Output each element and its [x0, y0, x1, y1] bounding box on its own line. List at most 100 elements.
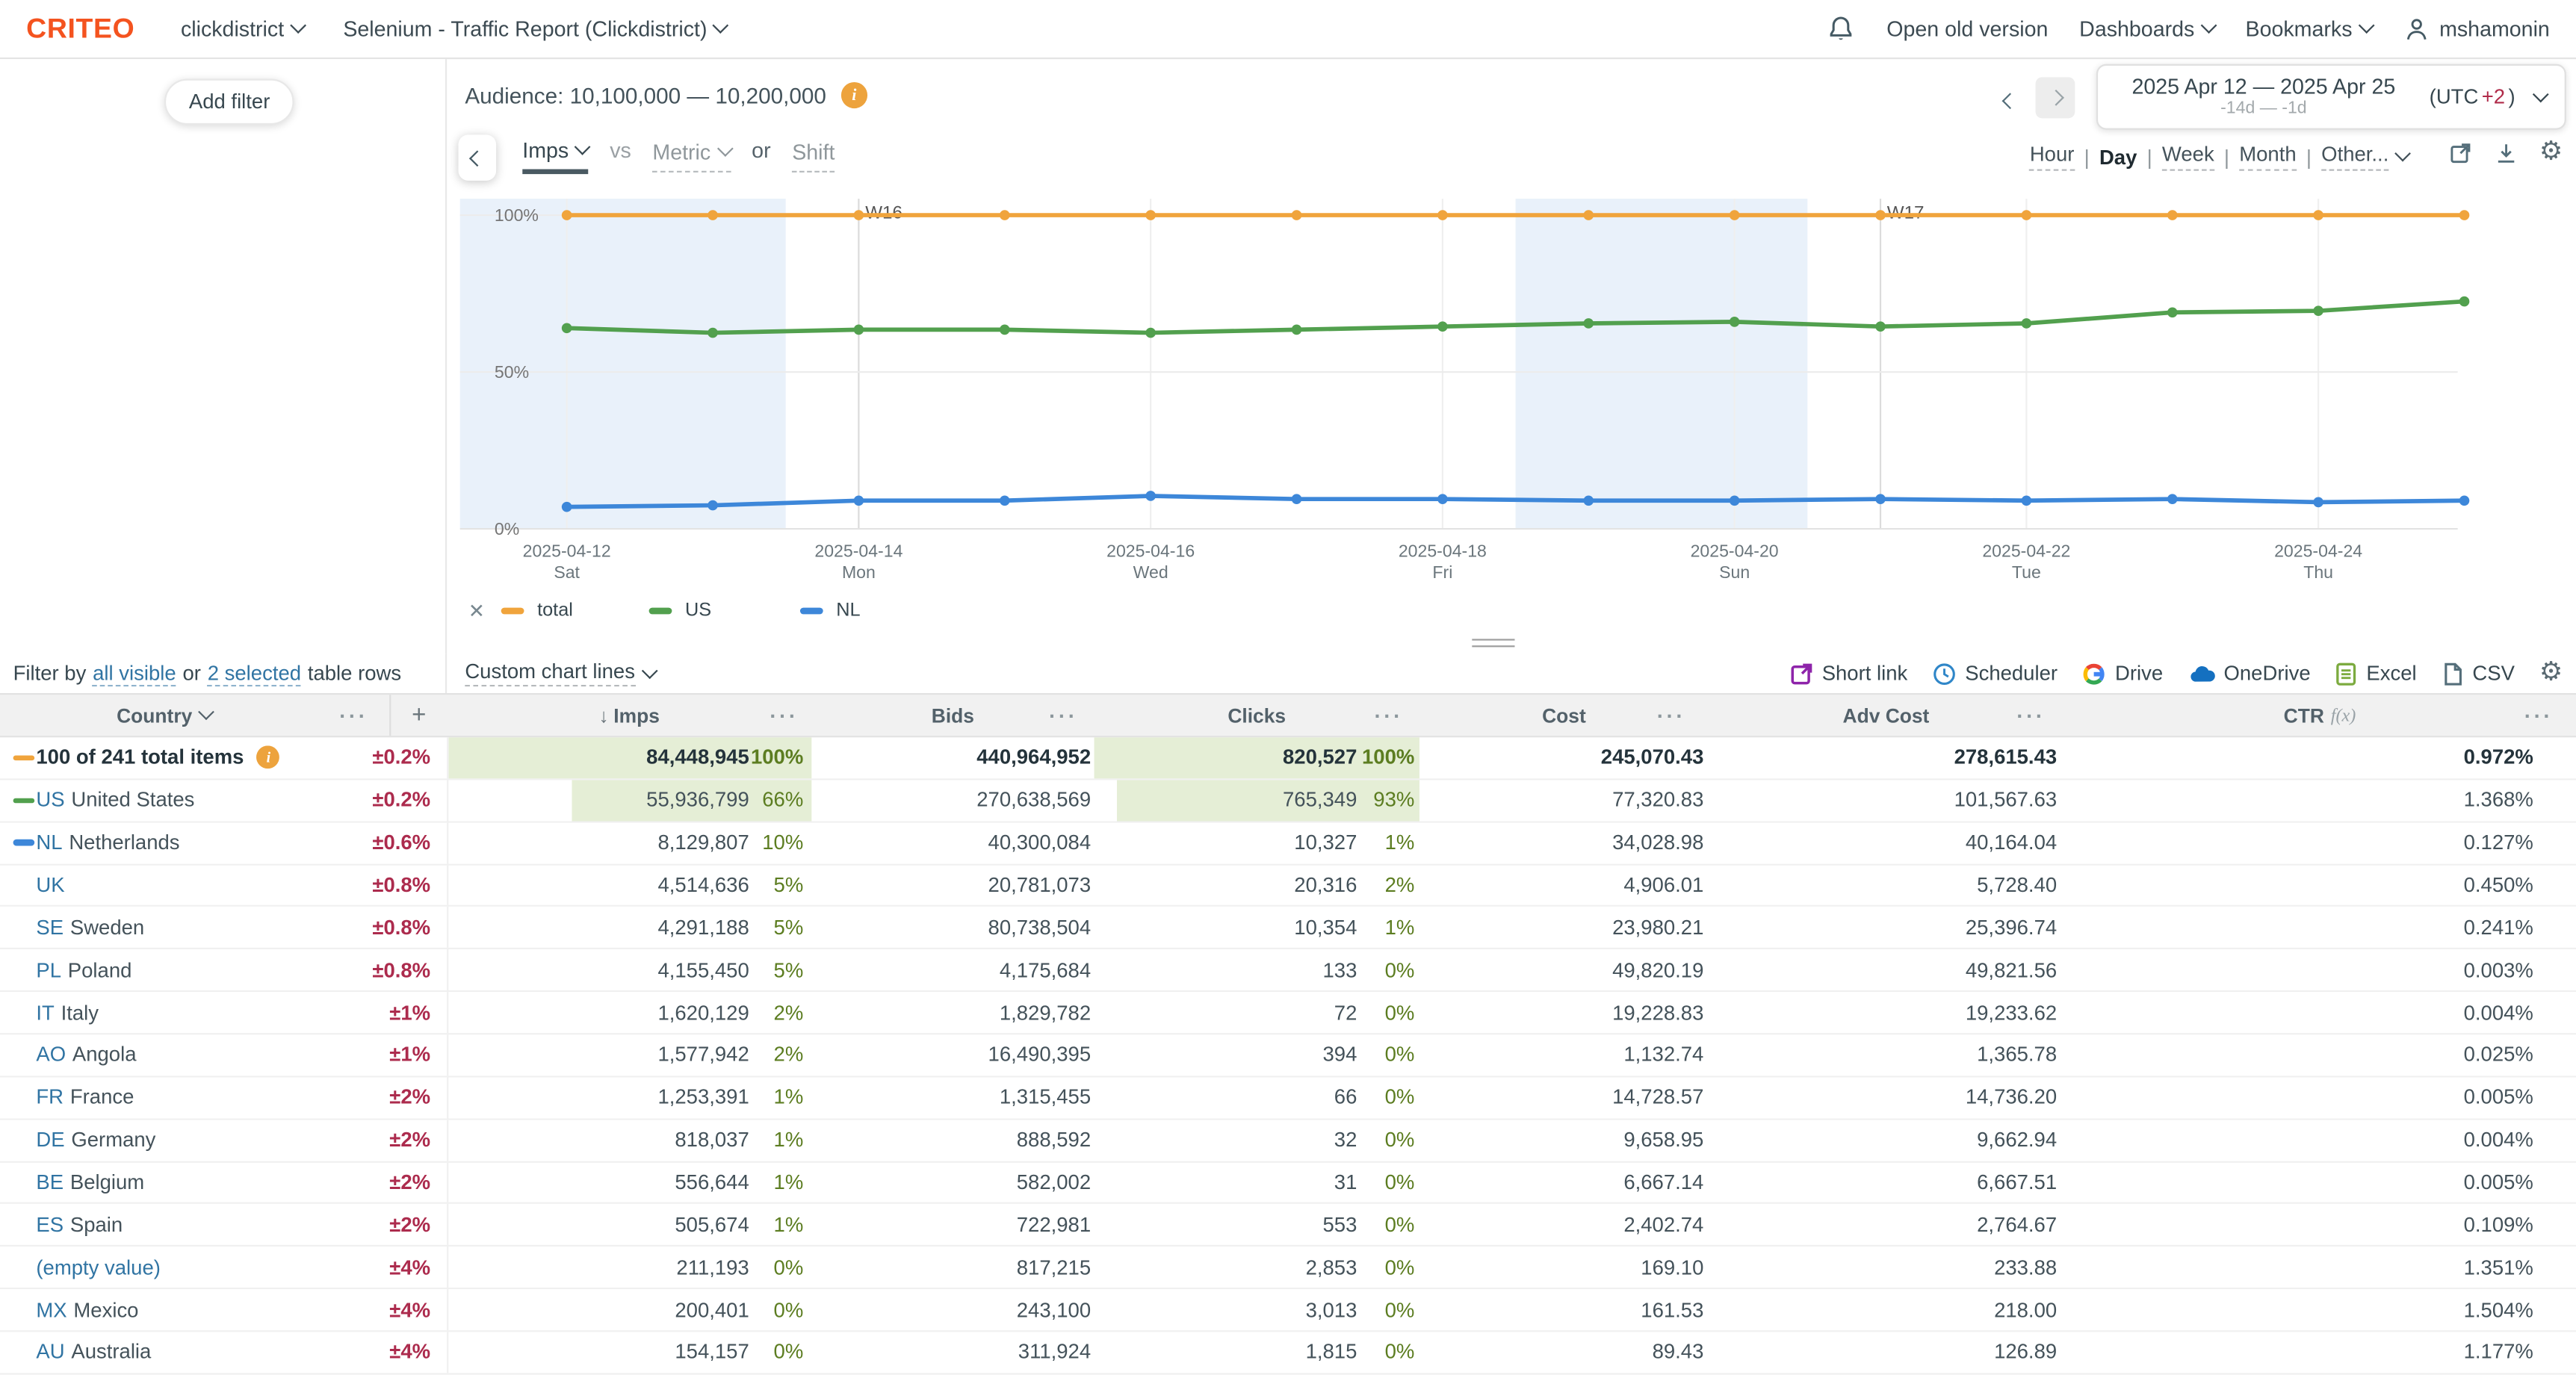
chart-settings-gear-icon[interactable]: ⚙	[2539, 140, 2563, 166]
country-code[interactable]: MX	[36, 1299, 66, 1322]
column-menu-icon[interactable]: ···	[339, 703, 368, 727]
country-code[interactable]: ES	[36, 1214, 64, 1237]
granularity-day-active[interactable]: Day	[2099, 146, 2137, 169]
country-cell[interactable]: DEGermany	[36, 1129, 328, 1152]
column-menu-icon[interactable]: ···	[1374, 703, 1402, 727]
table-row[interactable]: ITItaly±1%1,620,1292%1,829,782720%19,228…	[0, 993, 2576, 1035]
export-csv-button[interactable]: CSV	[2442, 661, 2515, 686]
country-code[interactable]: BE	[36, 1171, 64, 1194]
country-code[interactable]: UK	[36, 874, 64, 897]
country-cell[interactable]: USUnited States	[36, 789, 328, 812]
table-row[interactable]: DEGermany±2%818,0371%888,592320%9,658.95…	[0, 1120, 2576, 1162]
export-excel-button[interactable]: Excel	[2335, 661, 2417, 686]
table-row[interactable]: AOAngola±1%1,577,9422%16,490,3953940%1,1…	[0, 1034, 2576, 1077]
granularity-week[interactable]: Week	[2162, 143, 2214, 170]
add-filter-button[interactable]: Add filter	[164, 79, 294, 125]
export-drive-button[interactable]: Drive	[2082, 661, 2163, 686]
imps-column-header[interactable]: ↓ Imps ···	[447, 695, 811, 736]
date-prev-button[interactable]	[2004, 85, 2016, 115]
legend-item-total[interactable]: total	[501, 601, 573, 621]
table-row[interactable]: MXMexico±4%200,4010%243,1003,0130%161.53…	[0, 1290, 2576, 1332]
country-code[interactable]: NL	[36, 831, 62, 854]
download-chart-icon[interactable]	[2493, 140, 2518, 165]
user-menu[interactable]: mshamonin	[2403, 16, 2550, 42]
adv-cost-column-header[interactable]: Adv Cost ···	[1709, 695, 2063, 736]
table-row[interactable]: 100 of 241 total itemsi±0.2%84,448,94510…	[0, 737, 2576, 780]
country-cell[interactable]: FRFrance	[36, 1086, 328, 1109]
country-code[interactable]: IT	[36, 1001, 54, 1024]
table-row[interactable]: PLPoland±0.8%4,155,4505%4,175,6841330%49…	[0, 950, 2576, 993]
filter-selected-link[interactable]: 2 selected	[208, 661, 301, 686]
collapse-panel-button[interactable]	[459, 134, 497, 181]
country-cell[interactable]: 100 of 241 total itemsi	[36, 746, 328, 769]
country-cell[interactable]: ITItaly	[36, 1001, 328, 1024]
traffic-chart[interactable]: W16W17100%50%0%2025-04-12Sat2025-04-14Mo…	[447, 177, 2576, 588]
table-row[interactable]: AUAustralia±4%154,1570%311,9241,8150%89.…	[0, 1332, 2576, 1374]
country-cell[interactable]: MXMexico	[36, 1299, 328, 1322]
bookmarks-menu[interactable]: Bookmarks	[2246, 16, 2372, 41]
table-row[interactable]: SESweden±0.8%4,291,1885%80,738,50410,354…	[0, 907, 2576, 950]
account-selector[interactable]: clickdistrict	[181, 16, 304, 41]
clicks-column-header[interactable]: Clicks ···	[1095, 695, 1419, 736]
audience-info-icon[interactable]: i	[841, 82, 867, 108]
column-menu-icon[interactable]: ···	[2524, 703, 2553, 727]
country-cell[interactable]: NLNetherlands	[36, 831, 328, 854]
table-row[interactable]: (empty value)±4%211,1930%817,2152,8530%1…	[0, 1247, 2576, 1290]
resize-handle[interactable]	[1472, 639, 1514, 652]
country-code[interactable]: PL	[36, 959, 61, 982]
dashboards-menu[interactable]: Dashboards	[2079, 16, 2214, 41]
table-settings-gear-icon[interactable]: ⚙	[2539, 660, 2563, 686]
country-cell[interactable]: (empty value)	[36, 1256, 328, 1279]
table-row[interactable]: ESSpain±2%505,6741%722,9815530%2,402.742…	[0, 1205, 2576, 1247]
country-code[interactable]: AU	[36, 1341, 64, 1364]
short-link-button[interactable]: Short link	[1789, 661, 1908, 686]
granularity-other[interactable]: Other...	[2321, 143, 2409, 170]
legend-item-nl[interactable]: NL	[800, 601, 861, 621]
scheduler-button[interactable]: Scheduler	[1932, 661, 2058, 686]
ctr-column-header[interactable]: CTR f(x) ···	[2063, 695, 2576, 736]
table-row[interactable]: USUnited States±0.2%55,936,79966%270,638…	[0, 780, 2576, 822]
custom-chart-lines-dropdown[interactable]: Custom chart lines	[447, 660, 654, 686]
country-code[interactable]: FR	[36, 1086, 64, 1109]
legend-close-icon[interactable]: ✕	[468, 600, 485, 623]
export-onedrive-button[interactable]: OneDrive	[2188, 661, 2310, 686]
info-icon[interactable]: i	[257, 746, 280, 769]
column-menu-icon[interactable]: ···	[1657, 703, 1685, 727]
country-column-header[interactable]: Country	[0, 695, 329, 736]
country-code[interactable]: DE	[36, 1129, 64, 1152]
bids-column-header[interactable]: Bids ···	[811, 695, 1094, 736]
country-cell[interactable]: ESSpain	[36, 1214, 328, 1237]
metric-dropdown[interactable]: Imps	[522, 138, 588, 174]
country-cell[interactable]: SESweden	[36, 916, 328, 940]
add-column-button[interactable]: +	[389, 695, 447, 736]
country-code[interactable]: SE	[36, 916, 64, 940]
timezone-selector[interactable]: (UTC +2 )	[2430, 85, 2565, 108]
cost-column-header[interactable]: Cost ···	[1419, 695, 1709, 736]
open-old-version-link[interactable]: Open old version	[1886, 16, 2048, 41]
legend-item-us[interactable]: US	[649, 601, 712, 621]
country-cell[interactable]: BEBelgium	[36, 1171, 328, 1194]
granularity-hour[interactable]: Hour	[2030, 143, 2075, 170]
shift-toggle[interactable]: Shift	[792, 140, 835, 173]
notifications-bell-icon[interactable]	[1827, 15, 1855, 43]
date-next-button[interactable]	[2036, 77, 2075, 118]
open-fullscreen-icon[interactable]	[2447, 140, 2472, 165]
country-code[interactable]: AO	[36, 1043, 66, 1067]
table-row[interactable]: NLNetherlands±0.6%8,129,80710%40,300,084…	[0, 822, 2576, 865]
criteo-logo[interactable]: CRITEO	[26, 12, 134, 45]
country-code[interactable]: US	[36, 789, 64, 812]
table-row[interactable]: UK±0.8%4,514,6365%20,781,07320,3162%4,90…	[0, 865, 2576, 907]
country-name[interactable]: (empty value)	[36, 1256, 161, 1279]
table-row[interactable]: FRFrance±2%1,253,3911%1,315,455660%14,72…	[0, 1077, 2576, 1120]
filter-all-visible-link[interactable]: all visible	[93, 661, 176, 686]
date-range-picker[interactable]: 2025 Apr 12 — 2025 Apr 25 -14d — -1d (UT…	[2096, 64, 2566, 130]
column-menu-icon[interactable]: ···	[2016, 703, 2045, 727]
column-menu-icon[interactable]: ···	[770, 703, 798, 727]
country-cell[interactable]: PLPoland	[36, 959, 328, 982]
column-menu-icon[interactable]: ···	[1049, 703, 1077, 727]
report-selector[interactable]: Selenium - Traffic Report (Clickdistrict…	[343, 16, 727, 41]
compare-metric-dropdown[interactable]: Metric	[652, 140, 730, 173]
country-cell[interactable]: AOAngola	[36, 1043, 328, 1067]
table-row[interactable]: BEBelgium±2%556,6441%582,002310%6,667.14…	[0, 1162, 2576, 1205]
country-cell[interactable]: UK	[36, 874, 328, 897]
